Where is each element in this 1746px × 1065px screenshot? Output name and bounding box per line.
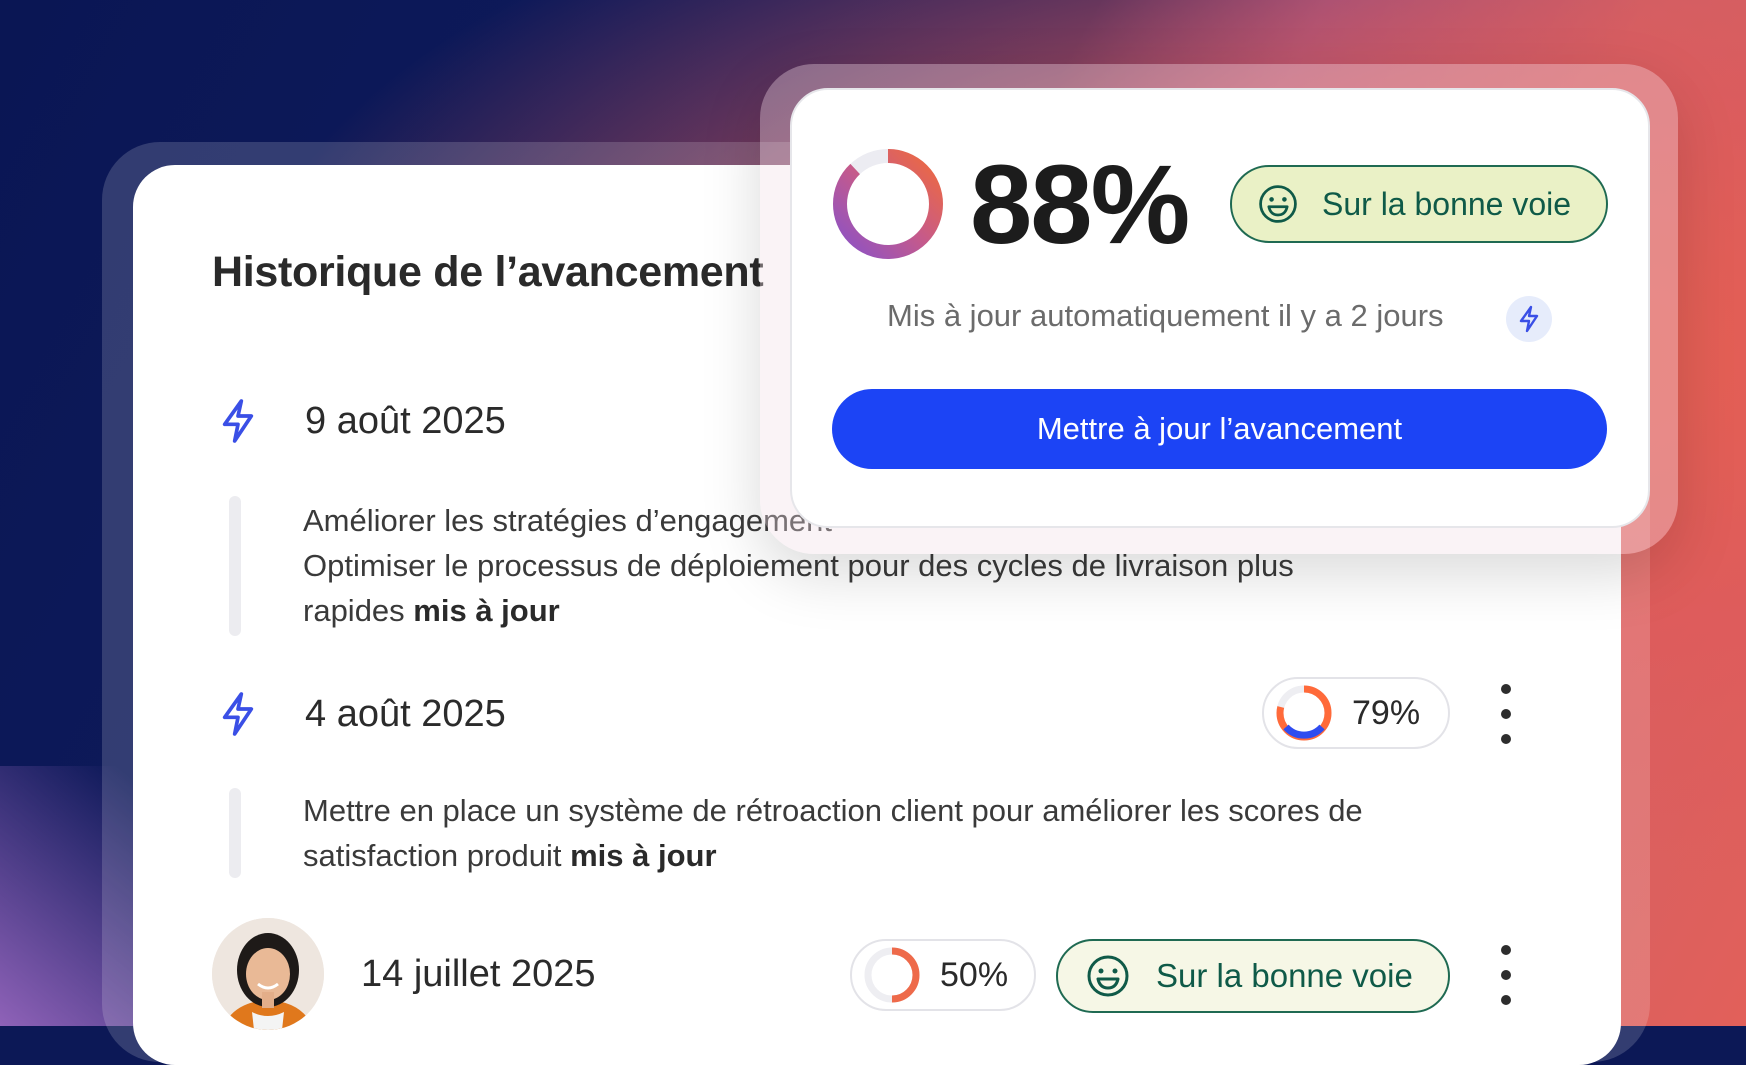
entry-description-line: Mettre en place un système de rétroactio… [303,793,1363,828]
entry-date: 14 juillet 2025 [361,953,596,995]
avatar-photo [212,918,324,1030]
entry-description-line: satisfaction produit mis à jour [303,833,1483,878]
auto-update-badge [1506,296,1552,342]
entry-date: 9 août 2025 [305,400,506,442]
progress-ring-icon [1276,685,1332,741]
status-badge[interactable]: Sur la bonne voie [1230,165,1608,243]
progress-value: 79% [1352,693,1421,732]
avatar [212,918,324,1030]
entry-text-plain: rapides [303,593,414,628]
progress-ring-icon [864,947,920,1003]
status-badge[interactable]: Sur la bonne voie [1056,939,1450,1013]
progress-value: 88% [970,142,1190,267]
kebab-menu-icon[interactable] [1496,945,1516,1005]
status-label: Sur la bonne voie [1156,957,1413,994]
entry-date: 4 août 2025 [305,693,506,735]
entry-divider [229,496,241,636]
smiley-face-icon [1087,955,1129,997]
entry-text-bold: mis à jour [570,838,717,873]
progress-pill[interactable]: 50% [850,939,1036,1011]
kebab-menu-icon[interactable] [1496,684,1516,744]
update-progress-button[interactable]: Mettre à jour l’avancement [832,389,1607,469]
progress-ring-icon [833,149,943,259]
progress-value: 50% [940,955,1009,994]
lightning-bolt-icon [222,692,254,736]
entry-divider [229,788,241,878]
auto-update-text: Mis à jour automatiquement il y a 2 jour… [887,298,1444,333]
entry-description-line: rapides mis à jour [303,588,1483,633]
progress-history-title: Historique de l’avancement [212,248,764,296]
lightning-bolt-icon [222,399,254,443]
entry-text-bold: mis à jour [413,593,560,628]
status-label: Sur la bonne voie [1322,185,1572,222]
progress-pill[interactable]: 79% [1262,677,1450,749]
lightning-bolt-icon [1519,305,1539,333]
entry-description: Mettre en place un système de rétroactio… [303,788,1483,878]
smiley-face-icon [1259,185,1297,223]
entry-text-plain: satisfaction produit [303,838,571,873]
